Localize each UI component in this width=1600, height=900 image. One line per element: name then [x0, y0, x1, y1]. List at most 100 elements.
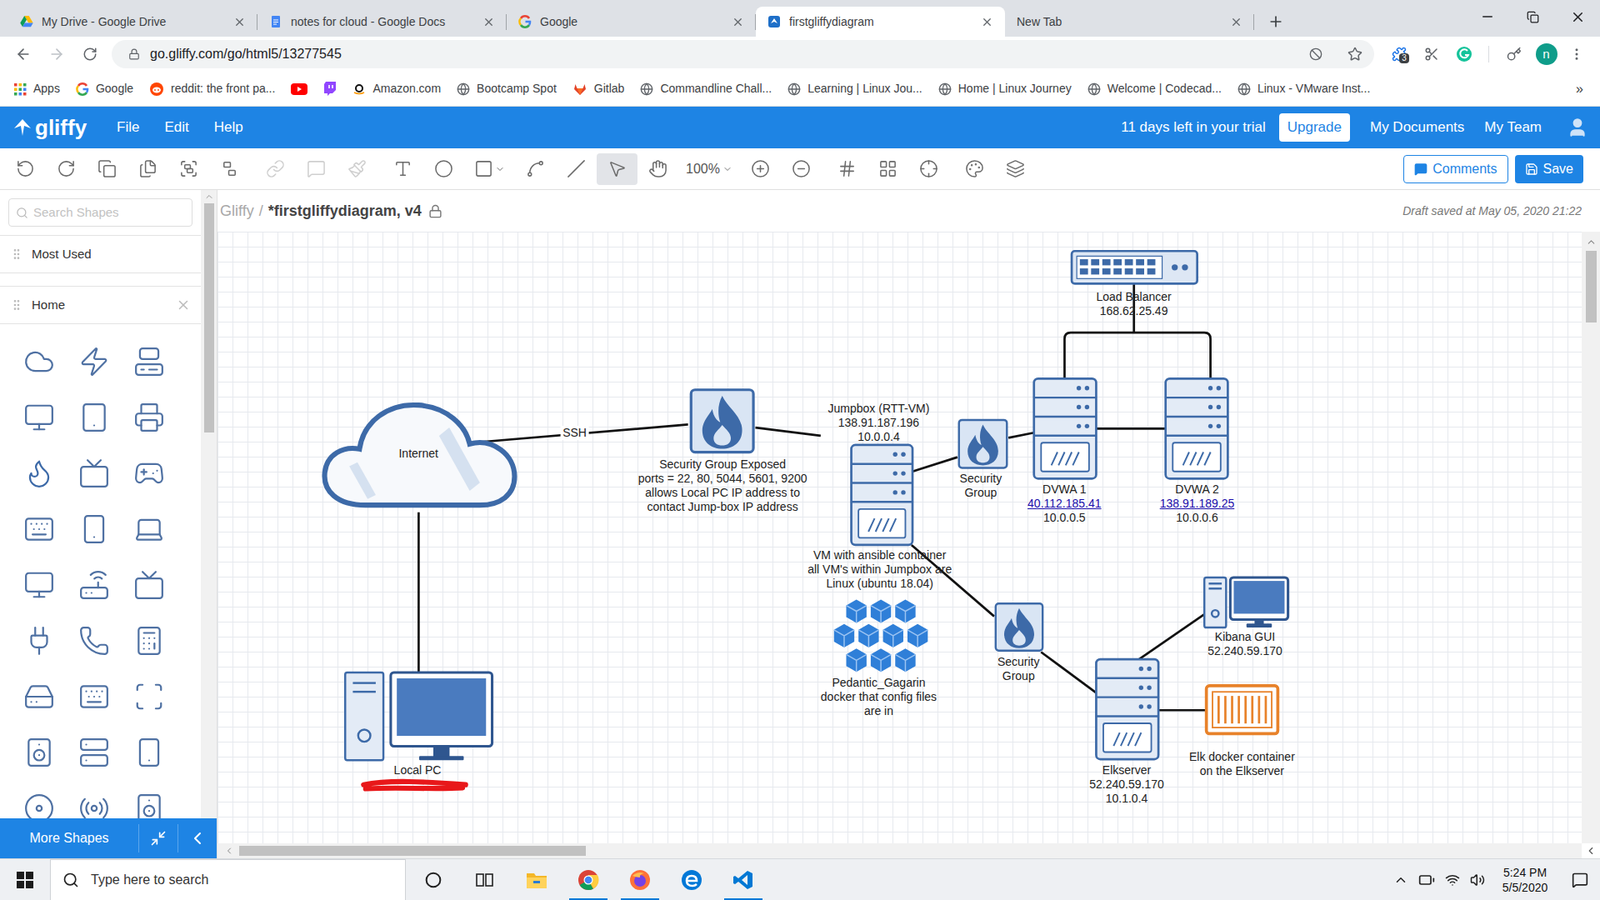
- shape-item[interactable]: [121, 456, 177, 490]
- tool-button[interactable]: [867, 153, 909, 185]
- profile-avatar[interactable]: n: [1530, 43, 1563, 65]
- connector[interactable]: [1139, 614, 1205, 660]
- start-button[interactable]: [0, 871, 50, 889]
- panel-toggle-icon[interactable]: [1585, 845, 1597, 857]
- tool-button[interactable]: [168, 153, 210, 185]
- connector[interactable]: [417, 512, 420, 673]
- restore-button[interactable]: [1510, 0, 1555, 34]
- extension-button[interactable]: [1415, 46, 1448, 62]
- node-label[interactable]: VM with ansible containerall VM's within…: [807, 548, 952, 591]
- shape-item[interactable]: [66, 735, 122, 770]
- gliffy-logo[interactable]: gliffy: [11, 116, 87, 139]
- passwords-button[interactable]: [1497, 46, 1530, 62]
- shape-item[interactable]: [11, 456, 67, 490]
- close-tab-icon[interactable]: [731, 15, 745, 29]
- breadcrumb-root[interactable]: Gliffy: [220, 200, 255, 223]
- save-button[interactable]: Save: [1515, 155, 1584, 184]
- shape-item[interactable]: [121, 345, 177, 379]
- document-title[interactable]: *firstgliffydiagram, v4: [268, 200, 422, 223]
- nav-link[interactable]: My Documents: [1370, 116, 1465, 139]
- bookmarks-overflow[interactable]: »: [1575, 79, 1584, 100]
- shape-item[interactable]: [66, 624, 122, 658]
- back-button[interactable]: [6, 45, 40, 63]
- bookmark[interactable]: Amazon.com: [352, 80, 441, 98]
- connector[interactable]: [1008, 432, 1035, 438]
- node-label[interactable]: Elkserver52.240.59.17010.1.0.4: [1089, 763, 1165, 806]
- bookmark[interactable]: Home | Linux Journey: [938, 80, 1072, 98]
- tool-button[interactable]: [127, 153, 169, 185]
- close-tab-icon[interactable]: [482, 15, 495, 29]
- close-tab-icon[interactable]: [980, 15, 994, 29]
- shape-item[interactable]: [11, 624, 67, 658]
- lock-icon[interactable]: [428, 204, 443, 219]
- diagram-canvas[interactable]: SSHInternetSecurity Group Exposedports =…: [217, 231, 1582, 844]
- connector[interactable]: [912, 457, 958, 472]
- browser-tab[interactable]: New Tab: [1005, 6, 1255, 37]
- more-shapes-bar[interactable]: More Shapes: [0, 818, 217, 859]
- close-tab-icon[interactable]: [1230, 15, 1243, 29]
- node-label[interactable]: DVWA 2138.91.189.2510.0.0.6: [1160, 482, 1235, 525]
- browser-tab[interactable]: firstgliffydiagram: [755, 6, 1005, 37]
- tool-button[interactable]: [86, 153, 128, 185]
- shape-item[interactable]: [11, 735, 67, 770]
- shape-item[interactable]: [66, 456, 122, 490]
- desktop-icon[interactable]: [1204, 577, 1288, 628]
- blocked-icon[interactable]: [1309, 47, 1323, 61]
- tool-button[interactable]: [515, 153, 556, 185]
- bookmark[interactable]: [290, 83, 308, 95]
- server-icon[interactable]: [1165, 378, 1229, 479]
- shape-item[interactable]: [121, 735, 177, 770]
- hide-sidebar-icon[interactable]: [187, 828, 208, 849]
- task-view-button[interactable]: [459, 871, 511, 889]
- bookmark[interactable]: Apps: [13, 80, 60, 98]
- close-window-button[interactable]: [1555, 0, 1600, 34]
- desktop-icon[interactable]: [345, 672, 492, 760]
- omnibox[interactable]: go.gliffy.com/go/html5/13277545: [111, 40, 1375, 69]
- new-tab-button[interactable]: [1259, 6, 1293, 37]
- forward-button[interactable]: [40, 45, 74, 63]
- shape-item[interactable]: [11, 345, 67, 379]
- firewall-icon[interactable]: [959, 420, 1008, 469]
- cloud-icon[interactable]: [325, 405, 515, 505]
- browser-tab[interactable]: Google: [506, 6, 756, 37]
- upgrade-button[interactable]: Upgrade: [1279, 113, 1350, 142]
- firewall-icon[interactable]: [995, 603, 1043, 650]
- scroll-up-icon[interactable]: [204, 191, 215, 202]
- server-icon[interactable]: [1034, 378, 1097, 479]
- canvas-vertical-scrollbar[interactable]: [1581, 231, 1600, 844]
- menu-item[interactable]: File: [116, 116, 140, 139]
- notifications-button[interactable]: [1560, 871, 1600, 889]
- taskbar-app[interactable]: [614, 859, 666, 900]
- node-label[interactable]: Elk docker containeron the Elkserver: [1189, 750, 1295, 779]
- edge-label[interactable]: SSH: [560, 425, 590, 440]
- taskbar-search[interactable]: Type here to search: [50, 859, 406, 900]
- bookmark[interactable]: Learning | Linux Jou...: [787, 80, 923, 98]
- tool-button[interactable]: [954, 153, 995, 185]
- connector[interactable]: [1158, 709, 1207, 712]
- user-icon[interactable]: [1566, 116, 1589, 139]
- docker-icon[interactable]: [834, 599, 929, 672]
- scroll-left-icon[interactable]: [224, 845, 235, 856]
- bookmark[interactable]: Linux - VMware Inst...: [1237, 80, 1370, 98]
- shape-item[interactable]: [121, 512, 177, 546]
- bookmark[interactable]: Google: [75, 80, 134, 98]
- tool-button[interactable]: [45, 153, 87, 185]
- node-label[interactable]: Load Balancer168.62.25.49: [1095, 290, 1171, 319]
- close-section-icon[interactable]: [175, 297, 191, 313]
- node-label[interactable]: SecurityGroup: [997, 655, 1040, 684]
- node-label[interactable]: Local PC: [394, 763, 442, 778]
- tool-button[interactable]: [826, 153, 868, 185]
- container-icon[interactable]: [1206, 685, 1279, 735]
- bookmark[interactable]: [323, 81, 337, 97]
- tool-button[interactable]: [637, 153, 679, 185]
- taskbar-app[interactable]: [562, 859, 615, 900]
- firewall-icon[interactable]: [690, 390, 754, 453]
- tool-button[interactable]: [780, 153, 822, 185]
- tray-overflow-icon[interactable]: [1393, 872, 1409, 888]
- shape-item[interactable]: [11, 568, 67, 602]
- sidebar-scrollbar[interactable]: [200, 190, 217, 819]
- shape-item[interactable]: [11, 400, 67, 435]
- load-balancer-icon[interactable]: [1071, 250, 1198, 284]
- shape-item[interactable]: [66, 400, 122, 435]
- node-label[interactable]: DVWA 140.112.185.4110.0.0.5: [1027, 482, 1102, 525]
